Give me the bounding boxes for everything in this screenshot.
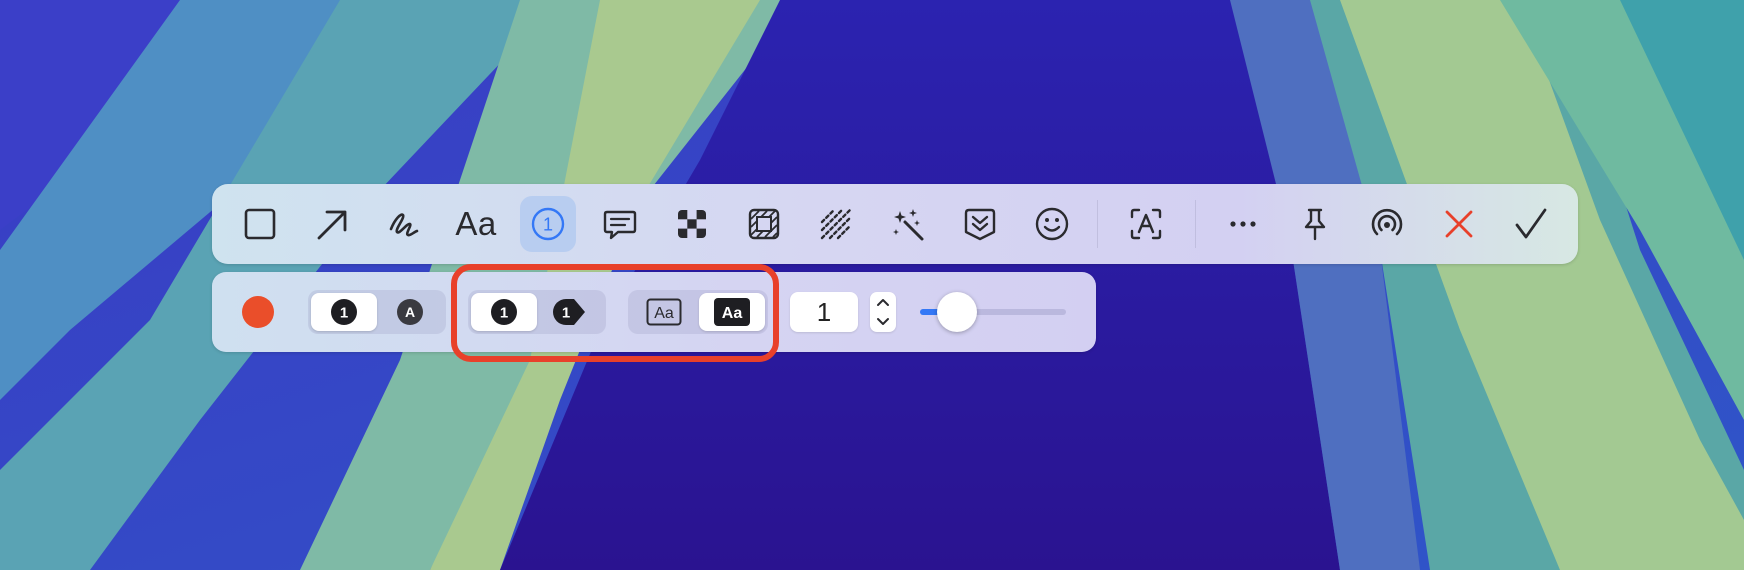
color-picker[interactable]: [242, 296, 274, 328]
blur-tool[interactable]: [736, 196, 792, 252]
numbered-circle-icon: 1: [531, 207, 565, 241]
arrow-up-right-icon: [317, 210, 347, 240]
scribble-icon: [389, 213, 419, 237]
number-badge-icon: 1: [331, 299, 357, 325]
chevron-down-icon: [877, 318, 889, 325]
confirm-button[interactable]: [1503, 196, 1559, 252]
text-icon: Aa: [455, 205, 497, 242]
decrement-button[interactable]: [870, 312, 896, 332]
share-button[interactable]: [1359, 196, 1415, 252]
text-recognition-icon: [1130, 208, 1162, 240]
magic-tool[interactable]: [880, 196, 936, 252]
counter-style-control: 1 A: [308, 290, 446, 334]
emoji-tool[interactable]: [1024, 196, 1080, 252]
checker-icon: [678, 210, 706, 238]
diagonal-lines-icon: [820, 208, 852, 240]
square-icon: [244, 208, 276, 240]
more-button[interactable]: [1215, 196, 1271, 252]
airdrop-icon: [1371, 208, 1403, 236]
pixelate-tool[interactable]: [664, 196, 720, 252]
ocr-tool[interactable]: [1118, 196, 1174, 252]
highlight-annotation-box: [451, 264, 779, 362]
number-badge-label: 1: [340, 305, 348, 322]
number-style-option[interactable]: 1: [311, 293, 377, 331]
increment-button[interactable]: [870, 292, 896, 312]
draw-tool[interactable]: [376, 196, 432, 252]
pin-button[interactable]: [1287, 196, 1343, 252]
letter-style-option[interactable]: A: [377, 293, 443, 331]
checkmark-icon: [1515, 208, 1547, 239]
smiley-icon: [1035, 207, 1069, 241]
hatched-square-icon: [748, 208, 780, 240]
cancel-button[interactable]: [1431, 196, 1487, 252]
start-number-stepper: [870, 292, 896, 332]
chevron-up-icon: [877, 299, 889, 306]
toolbar-divider: [1097, 200, 1098, 248]
counter-tool[interactable]: 1: [520, 196, 576, 252]
annotation-toolbar: Aa 1: [212, 184, 1578, 264]
ellipsis-icon: [1230, 221, 1256, 227]
chevrons-down-box-icon: [964, 208, 996, 241]
pin-icon: [1304, 208, 1326, 241]
rectangle-tool[interactable]: [232, 196, 288, 252]
magic-wand-icon: [893, 209, 924, 241]
size-slider-thumb[interactable]: [936, 292, 977, 332]
letter-badge-icon: A: [397, 299, 423, 325]
arrow-tool[interactable]: [304, 196, 360, 252]
start-number-field[interactable]: 1: [790, 292, 858, 332]
text-tool[interactable]: Aa: [448, 196, 504, 252]
highlight-tool[interactable]: [808, 196, 864, 252]
comment-tool[interactable]: [592, 196, 648, 252]
svg-text:1: 1: [543, 215, 553, 235]
close-icon: [1445, 210, 1473, 238]
letter-badge-label: A: [405, 304, 415, 320]
speech-bubble-icon: [603, 210, 637, 240]
toolbar-divider: [1195, 200, 1196, 248]
scroll-capture-tool[interactable]: [952, 196, 1008, 252]
